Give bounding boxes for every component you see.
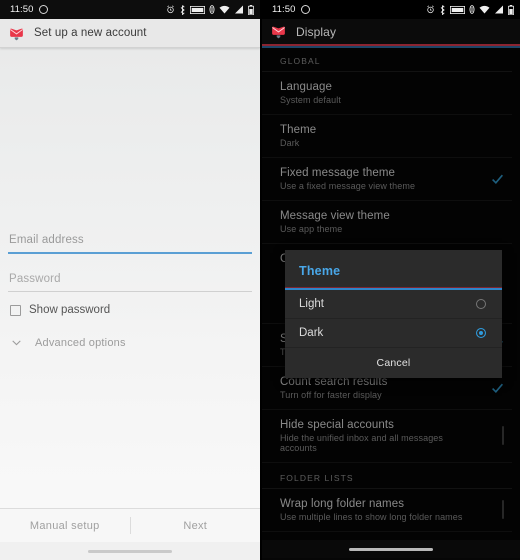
setup-form-body: Email address Password Show password Adv… <box>0 48 260 560</box>
email-field-placeholder: Email address <box>9 234 84 246</box>
alarm-icon <box>167 5 174 14</box>
app-bar-right: Display <box>262 19 520 48</box>
email-field[interactable]: Email address <box>8 228 252 254</box>
status-bar-icons <box>426 4 514 15</box>
gesture-nav-bar-left[interactable] <box>0 542 260 560</box>
dialog-title: Theme <box>299 264 341 278</box>
vpn-icon <box>450 5 465 14</box>
password-field-placeholder: Password <box>9 272 61 285</box>
right-screen-display-settings: 11:50 Display GLOBAL Language System def… <box>260 0 520 560</box>
cancel-button[interactable]: Cancel <box>377 357 411 369</box>
status-bar-clock: 11:50 <box>272 4 296 15</box>
left-screen-setup-account: 11:50 Set up a new account Email address… <box>0 0 260 560</box>
vibrate-icon <box>469 5 475 14</box>
advanced-options-row[interactable]: Advanced options <box>8 336 252 349</box>
theme-option-label: Dark <box>299 327 324 339</box>
account-setup-form: Email address Password Show password Adv… <box>0 228 260 349</box>
wifi-icon <box>219 5 230 14</box>
battery-icon <box>248 4 254 15</box>
status-bar-icons <box>166 4 254 15</box>
radio-unselected-icon[interactable] <box>476 299 486 309</box>
alarm-icon <box>427 5 434 14</box>
bluetooth-icon <box>180 4 185 15</box>
dual-screenshot: 11:50 Set up a new account Email address… <box>0 0 520 560</box>
theme-dialog: Theme Light Dark Cancel <box>285 250 502 378</box>
k9-mail-logo-icon <box>10 28 23 40</box>
status-bar-indicator-icon <box>38 5 48 14</box>
app-bar-title-right: Display <box>296 24 337 39</box>
app-bar-title-left: Set up a new account <box>34 27 147 39</box>
bluetooth-icon <box>440 4 445 15</box>
status-bar-clock: 11:50 <box>10 4 34 15</box>
password-field[interactable]: Password <box>8 266 252 292</box>
vpn-icon <box>190 5 205 14</box>
show-password-checkbox-icon[interactable] <box>10 304 21 316</box>
wifi-icon <box>479 5 490 14</box>
gesture-nav-pill[interactable] <box>349 547 433 551</box>
gesture-nav-bar-right[interactable] <box>262 540 520 558</box>
status-bar-left: 11:50 <box>0 0 260 19</box>
signal-icon <box>235 5 243 14</box>
manual-setup-button[interactable]: Manual setup <box>0 520 130 532</box>
signal-icon <box>495 5 503 14</box>
next-button[interactable]: Next <box>131 520 261 532</box>
show-password-label: Show password <box>29 304 111 316</box>
radio-selected-icon[interactable] <box>476 328 486 338</box>
theme-option-label: Light <box>299 298 324 310</box>
show-password-row[interactable]: Show password <box>8 304 252 316</box>
setup-bottom-bar: Manual setup Next <box>0 508 260 542</box>
k9-mail-logo-icon <box>272 26 285 39</box>
vibrate-icon <box>209 5 215 14</box>
theme-option-dark[interactable]: Dark <box>285 319 502 348</box>
chevron-down-icon <box>12 340 21 346</box>
theme-option-light[interactable]: Light <box>285 290 502 319</box>
status-bar-right: 11:50 <box>262 0 520 19</box>
dialog-actions: Cancel <box>285 348 502 378</box>
gesture-nav-pill[interactable] <box>88 549 172 553</box>
advanced-options-label: Advanced options <box>35 336 126 349</box>
status-bar-indicator-icon <box>300 5 310 14</box>
battery-icon <box>508 4 514 15</box>
settings-list[interactable]: GLOBAL Language System default Theme Dar… <box>262 46 520 558</box>
app-bar-left: Set up a new account <box>0 19 260 48</box>
